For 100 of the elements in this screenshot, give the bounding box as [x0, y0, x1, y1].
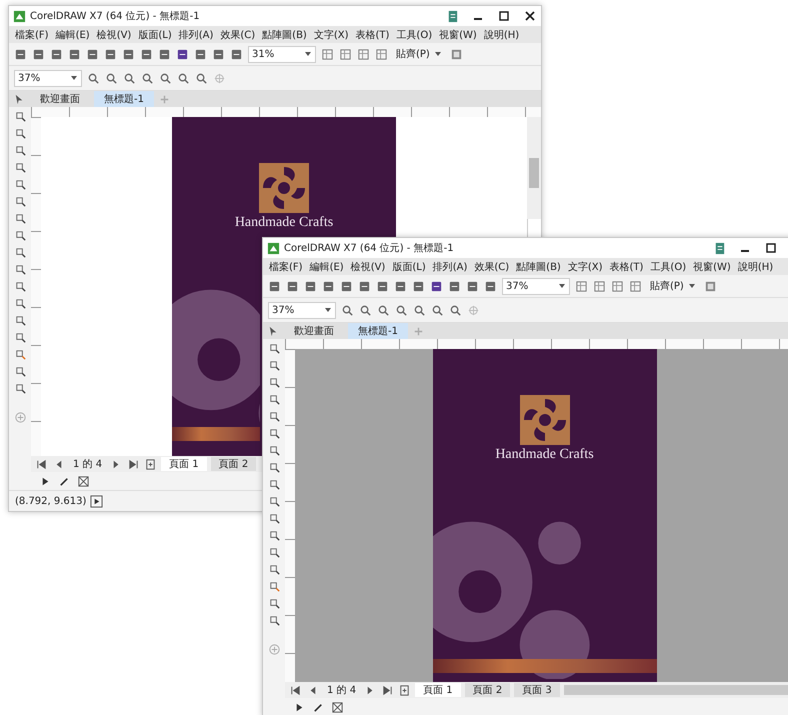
tool-icon[interactable] — [268, 529, 280, 542]
tool-icon[interactable] — [14, 314, 26, 327]
tool-icon[interactable] — [14, 365, 26, 378]
page-tab[interactable]: 頁面 2 — [210, 457, 256, 471]
tool-icon[interactable] — [14, 127, 26, 140]
close-icon[interactable] — [523, 9, 537, 23]
menu-item[interactable]: 工具(O) — [394, 28, 434, 42]
menu-item[interactable]: 排列(A) — [430, 260, 470, 274]
zoom-dropdown[interactable]: 31% — [248, 46, 316, 62]
menu-item[interactable]: 視窗(W) — [691, 260, 733, 274]
artwork-title: Handmade Crafts — [495, 447, 594, 463]
snap-dropdown[interactable]: 貼齊(P) — [647, 279, 699, 293]
tool-icon[interactable] — [268, 563, 280, 576]
tool-icon[interactable] — [14, 178, 26, 191]
menu-item[interactable]: 說明(H) — [482, 28, 522, 42]
menu-item[interactable]: 說明(H) — [736, 260, 776, 274]
menu-item[interactable]: 檔案(F) — [267, 260, 305, 274]
menu-item[interactable]: 點陣圖(B) — [514, 260, 563, 274]
menu-item[interactable]: 文字(X) — [566, 260, 604, 274]
page-tab[interactable]: 頁面 2 — [464, 683, 510, 697]
zoom-in-icon[interactable] — [87, 72, 100, 84]
zoom-dropdown[interactable]: 37% — [502, 278, 570, 294]
tool-icon[interactable] — [268, 597, 280, 610]
tool-icon[interactable] — [268, 614, 280, 627]
no-fill-icon[interactable] — [77, 474, 90, 488]
page-first-icon[interactable] — [289, 684, 302, 696]
document-tab[interactable]: 歡迎畫面 — [30, 91, 90, 107]
add-page-icon[interactable] — [144, 458, 158, 470]
document-icon[interactable] — [446, 10, 459, 22]
maximize-icon[interactable] — [497, 9, 511, 23]
maximize-icon[interactable] — [764, 241, 778, 255]
zoom-level-dropdown[interactable]: 37% — [14, 70, 82, 86]
snap-dropdown[interactable]: 貼齊(P) — [393, 47, 445, 61]
menu-item[interactable]: 效果(C) — [472, 260, 512, 274]
horizontal-scrollbar[interactable] — [564, 685, 788, 695]
menu-item[interactable]: 點陣圖(B) — [260, 28, 309, 42]
document-tab[interactable]: 無標題-1 — [348, 323, 408, 339]
grid-icon[interactable] — [357, 48, 370, 60]
tool-icon[interactable] — [14, 110, 26, 123]
tool-icon[interactable] — [268, 512, 280, 525]
tool-icon[interactable] — [14, 331, 26, 344]
menu-item[interactable]: 效果(C) — [218, 28, 258, 42]
tool-icon[interactable] — [14, 246, 26, 259]
menu-item[interactable]: 工具(O) — [648, 260, 688, 274]
page-first-icon[interactable] — [35, 458, 48, 470]
tool-icon[interactable] — [268, 478, 280, 491]
menu-item[interactable]: 檢視(V) — [348, 260, 388, 274]
zoom-in-icon[interactable] — [341, 304, 354, 316]
caret-icon — [688, 282, 696, 290]
menu-item[interactable]: 版面(L) — [390, 260, 428, 274]
tool-icon[interactable] — [14, 382, 26, 395]
page-counter: 1 的 4 — [72, 458, 104, 471]
swirl-logo-icon — [259, 163, 309, 213]
menu-item[interactable]: 排列(A) — [176, 28, 216, 42]
menu-item[interactable]: 版面(L) — [136, 28, 174, 42]
tool-icon[interactable] — [14, 229, 26, 242]
window-title: CorelDRAW X7 (64 位元) - 無標題-1 — [284, 242, 454, 255]
tool-icon[interactable] — [268, 359, 280, 372]
play-icon[interactable] — [90, 494, 104, 508]
menu-item[interactable]: 檢視(V) — [94, 28, 134, 42]
tool-icon[interactable] — [268, 427, 280, 440]
tool-icon[interactable] — [14, 280, 26, 293]
tool-icon[interactable] — [268, 461, 280, 474]
grid-icon[interactable] — [611, 280, 624, 292]
menu-item[interactable]: 表格(T) — [354, 28, 392, 42]
tool-icon[interactable] — [268, 495, 280, 508]
tool-icon[interactable] — [268, 444, 280, 457]
tool-icon[interactable] — [14, 161, 26, 174]
page-tab[interactable]: 頁面 1 — [415, 683, 461, 697]
tool-icon[interactable] — [268, 376, 280, 389]
document-tab[interactable]: 無標題-1 — [94, 91, 154, 107]
zoom-level-dropdown[interactable]: 37% — [268, 302, 336, 318]
vertical-scrollbar[interactable] — [527, 117, 541, 219]
tool-icon[interactable] — [268, 546, 280, 559]
menu-item[interactable]: 編輯(E) — [308, 260, 346, 274]
tool-icon[interactable] — [14, 297, 26, 310]
no-fill-icon[interactable] — [331, 700, 344, 714]
add-page-icon[interactable] — [398, 684, 412, 696]
document-icon[interactable] — [713, 242, 726, 254]
tool-icon[interactable] — [268, 393, 280, 406]
tool-icon[interactable] — [14, 144, 26, 157]
tool-icon[interactable] — [14, 195, 26, 208]
page-tab[interactable]: 頁面 3 — [514, 683, 560, 697]
page-tab[interactable]: 頁面 1 — [161, 457, 207, 471]
tool-icon[interactable] — [268, 580, 280, 593]
tool-icon[interactable] — [14, 212, 26, 225]
tool-icon[interactable] — [14, 263, 26, 276]
menu-item[interactable]: 視窗(W) — [437, 28, 479, 42]
page-last-icon[interactable] — [381, 684, 394, 696]
page-last-icon[interactable] — [127, 458, 140, 470]
menu-item[interactable]: 檔案(F) — [13, 28, 51, 42]
document-tab[interactable]: 歡迎畫面 — [284, 323, 344, 339]
tool-icon[interactable] — [268, 410, 280, 423]
menu-item[interactable]: 文字(X) — [312, 28, 350, 42]
cursor-coordinates: (8.792, 9.613) — [15, 496, 86, 506]
caret-icon — [304, 50, 312, 58]
menu-item[interactable]: 表格(T) — [608, 260, 646, 274]
menu-item[interactable]: 編輯(E) — [54, 28, 92, 42]
tool-icon[interactable] — [14, 348, 26, 361]
tool-icon[interactable] — [268, 342, 280, 355]
